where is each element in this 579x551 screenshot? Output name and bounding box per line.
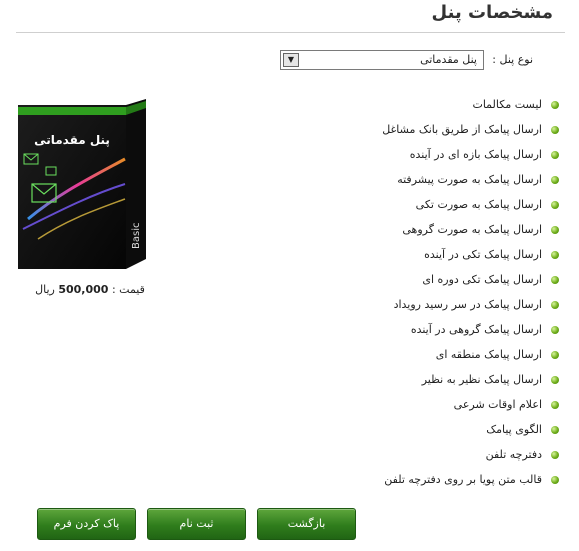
bullet-icon xyxy=(551,100,559,109)
bullet-icon xyxy=(551,200,559,209)
feature-label: ارسال پیامک از طریق بانک مشاغل xyxy=(382,122,542,136)
feature-item: ارسال پیامک به صورت پیشرفته xyxy=(382,167,559,192)
bullet-icon xyxy=(551,125,559,134)
feature-label: ارسال پیامک بازه ای در آینده xyxy=(409,147,542,161)
bullet-icon xyxy=(551,300,559,309)
register-button[interactable]: ثبت نام xyxy=(147,508,246,540)
bullet-icon xyxy=(551,375,559,384)
feature-label: ارسال پیامک تکی دوره ای xyxy=(422,272,542,286)
feature-label: ارسال پیامک نظیر به نظیر xyxy=(421,372,542,386)
feature-item: ارسال پیامک تکی در آینده xyxy=(382,242,559,267)
bullet-icon xyxy=(551,350,559,359)
feature-label: قالب متن پویا بر روی دفترچه تلفن xyxy=(384,472,542,486)
panel-type-select[interactable]: پنل مقدماتی ▼ xyxy=(280,50,484,70)
price-unit: ریال xyxy=(35,283,55,296)
bullet-icon xyxy=(551,275,559,284)
feature-label: لیست مکالمات xyxy=(472,97,542,111)
feature-label: ارسال پیامک گروهی در آینده xyxy=(410,322,542,336)
feature-label: دفترچه تلفن xyxy=(485,447,542,461)
clear-form-button[interactable]: پاک کردن فرم xyxy=(37,508,136,540)
feature-item: ارسال پیامک منطقه ای xyxy=(382,342,559,367)
feature-label: ارسال پیامک به صورت پیشرفته xyxy=(397,172,542,186)
feature-label: ارسال پیامک در سر رسید رویداد xyxy=(393,297,542,311)
title-divider xyxy=(16,32,565,33)
price-label: قیمت : xyxy=(111,283,145,296)
bullet-icon xyxy=(551,175,559,184)
feature-item: ارسال پیامک از طریق بانک مشاغل xyxy=(382,117,559,142)
chevron-down-icon[interactable]: ▼ xyxy=(283,53,299,67)
product-box-graphic: پنل مقدماتی Basic xyxy=(18,99,146,269)
bullet-icon xyxy=(551,425,559,434)
feature-item: الگوی پیامک xyxy=(382,417,559,442)
feature-item: دفترچه تلفن xyxy=(382,442,559,467)
feature-label: ارسال پیامک به صورت گروهی xyxy=(402,222,542,236)
back-button[interactable]: بازگشت xyxy=(257,508,356,540)
feature-list: لیست مکالمات ارسال پیامک از طریق بانک مش… xyxy=(382,92,559,492)
feature-item: ارسال پیامک به صورت تکی xyxy=(382,192,559,217)
feature-label: ارسال پیامک منطقه ای xyxy=(435,347,542,361)
feature-item: ارسال پیامک به صورت گروهی xyxy=(382,217,559,242)
feature-item: ارسال پیامک تکی دوره ای xyxy=(382,267,559,292)
price-value: 500,000 xyxy=(58,283,109,296)
bullet-icon xyxy=(551,400,559,409)
bullet-icon xyxy=(551,325,559,334)
panel-type-row: نوع پنل : پنل مقدماتی ▼ xyxy=(280,50,550,70)
box-stripe xyxy=(18,107,126,115)
price-line: قیمت : 500,000 ریال xyxy=(20,283,160,296)
feature-item: ارسال پیامک در سر رسید رویداد xyxy=(382,292,559,317)
bullet-icon xyxy=(551,150,559,159)
panel-type-label: نوع پنل : xyxy=(492,53,533,66)
feature-item: ارسال پیامک نظیر به نظیر xyxy=(382,367,559,392)
bullet-icon xyxy=(551,475,559,484)
bullet-icon xyxy=(551,225,559,234)
feature-label: ارسال پیامک تکی در آینده xyxy=(424,247,542,261)
feature-item: ارسال پیامک بازه ای در آینده xyxy=(382,142,559,167)
product-box-image: پنل مقدماتی Basic xyxy=(18,99,153,271)
box-title: پنل مقدماتی xyxy=(34,133,110,147)
bullet-icon xyxy=(551,250,559,259)
feature-item: اعلام اوقات شرعی xyxy=(382,392,559,417)
panel-type-selected-value: پنل مقدماتی xyxy=(420,53,477,66)
feature-label: اعلام اوقات شرعی xyxy=(453,397,542,411)
feature-label: الگوی پیامک xyxy=(486,422,542,436)
feature-label: ارسال پیامک به صورت تکی xyxy=(415,197,542,211)
feature-item: لیست مکالمات xyxy=(382,92,559,117)
feature-item: ارسال پیامک گروهی در آینده xyxy=(382,317,559,342)
box-tag: Basic xyxy=(131,223,142,249)
feature-item: قالب متن پویا بر روی دفترچه تلفن xyxy=(382,467,559,492)
page-title: مشخصات پنل xyxy=(431,2,553,23)
bullet-icon xyxy=(551,450,559,459)
